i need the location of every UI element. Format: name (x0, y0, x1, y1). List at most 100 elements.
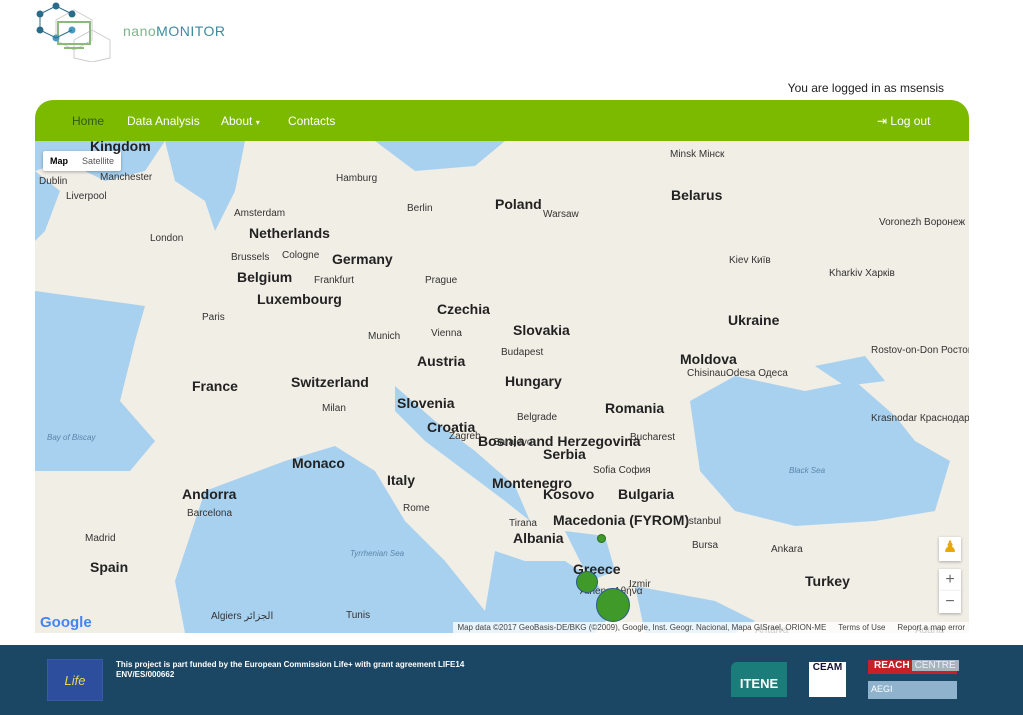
city-label: Barcelona (187, 508, 233, 519)
country-label: Serbia (543, 446, 586, 462)
reach-text: REACH (874, 660, 910, 671)
marker-thessaloniki[interactable] (597, 534, 606, 543)
city-label: Bucharest (630, 432, 676, 443)
life-logo: Life (47, 659, 103, 701)
ceam-logo: CEAM (809, 662, 846, 697)
city-label: Berlin (407, 203, 433, 214)
attribution-text: Map data ©2017 GeoBasis-DE/BKG (©2009), … (457, 623, 827, 632)
nav-about-label: About (221, 114, 253, 128)
country-label: Slovenia (397, 395, 455, 411)
footer: Life This project is part funded by the … (0, 645, 1023, 715)
city-label: Cologne (282, 250, 320, 261)
country-label: Hungary (505, 373, 562, 389)
city-label: Rostov-on-Don Ростов-на-Дону (871, 345, 969, 356)
city-label: Minsk Мінск (670, 149, 725, 160)
city-label: Brussels (231, 252, 270, 263)
nav-data-analysis[interactable]: Data Analysis (127, 114, 200, 128)
country-label: Austria (417, 353, 466, 369)
country-label: Bulgaria (618, 486, 675, 502)
city-label: Sarajevo (493, 437, 533, 448)
country-label: Luxembourg (257, 291, 342, 307)
nav-home[interactable]: Home (72, 114, 104, 128)
city-label: Sofia София (593, 465, 651, 476)
city-label: Milan (322, 403, 346, 414)
zoom-in-button[interactable]: + (939, 569, 961, 591)
sea-label: Black Sea (789, 466, 826, 475)
city-label: Krasnodar Краснодар (871, 413, 969, 424)
country-label: Kosovo (543, 486, 595, 502)
logout-label: Log out (890, 114, 931, 128)
country-label: Monaco (292, 455, 345, 471)
city-label: Zagreb (449, 431, 481, 442)
country-label: Albania (513, 530, 564, 546)
zoom-out-button[interactable]: − (939, 591, 961, 613)
city-label: Bursa (692, 540, 719, 551)
terms-link[interactable]: Terms of Use (838, 623, 885, 632)
city-label: Kharkiv Харків (829, 268, 895, 279)
brand-monitor: MONITOR (156, 23, 226, 39)
pegman-icon[interactable]: ♟ (939, 537, 961, 561)
nav-about[interactable]: About ▾ (221, 114, 260, 128)
city-label: Belgrade (517, 412, 558, 423)
navbar: Home Data Analysis About ▾ Contacts ⇥ Lo… (35, 100, 969, 142)
logged-in-status: You are logged in as msensis (787, 81, 944, 95)
sign-out-icon: ⇥ (877, 114, 888, 128)
city-label: Hamburg (336, 173, 378, 184)
city-label: Ankara (771, 544, 803, 555)
country-label: Italy (387, 472, 416, 488)
country-label: France (192, 378, 238, 394)
map-attribution: Map data ©2017 GeoBasis-DE/BKG (©2009), … (453, 622, 969, 633)
city-label: Paris (202, 312, 225, 323)
city-label: Algiers الجزائر (211, 611, 274, 622)
city-label: Tunis (346, 610, 371, 621)
city-label: Kiev Київ (729, 255, 771, 266)
city-label: Munich (368, 331, 401, 342)
map-water (35, 141, 950, 633)
country-label: Romania (605, 400, 665, 416)
brand-nano: nano (123, 23, 157, 39)
map-type-control: Map Satellite (43, 151, 122, 171)
city-label: Odesa Одеса (726, 368, 788, 379)
nav-contacts[interactable]: Contacts (288, 114, 335, 128)
city-label: Madrid (85, 533, 116, 544)
city-label: Tirana (509, 518, 537, 529)
report-error-link[interactable]: Report a map error (897, 623, 965, 632)
city-label: Prague (425, 275, 458, 286)
country-label: Kingdom (90, 141, 151, 154)
centre-text: CENTRE (911, 660, 959, 671)
brand-name: nanoMONITOR (123, 23, 226, 39)
itene-logo: ITENE (731, 662, 787, 697)
map-type-map[interactable]: Map (43, 151, 75, 171)
caret-down-icon: ▾ (255, 118, 260, 127)
country-label: Moldova (680, 351, 737, 367)
nanomonitor-logo (36, 2, 111, 62)
sea-label: Bay of Biscay (47, 433, 96, 442)
city-label: Manchester (100, 172, 153, 183)
country-label: Belarus (671, 187, 723, 203)
city-label: Frankfurt (314, 275, 355, 286)
city-label: Rome (403, 503, 430, 514)
country-label: Macedonia (FYROM) (553, 512, 690, 528)
city-label: Liverpool (66, 191, 107, 202)
map[interactable]: Map Satellite Poland Germany Ukraine France… (35, 141, 969, 633)
country-label: Switzerland (291, 374, 369, 390)
city-label: Vienna (431, 328, 462, 339)
country-label: Belgium (237, 269, 293, 285)
city-label: Dublin (39, 176, 68, 187)
city-label: Istanbul (686, 516, 722, 527)
marker-athens[interactable] (596, 588, 630, 622)
logout-button[interactable]: ⇥ Log out (877, 114, 930, 128)
map-type-satellite[interactable]: Satellite (75, 151, 121, 171)
city-label: Amsterdam (234, 208, 286, 219)
sea-label: Tyrrhenian Sea (350, 549, 405, 558)
google-logo: Google (40, 614, 92, 631)
city-label: Budapest (501, 347, 544, 358)
city-label: Voronezh Воронеж (879, 217, 966, 228)
country-label: Slovakia (513, 322, 570, 338)
country-label: Poland (495, 196, 542, 212)
country-label: Ukraine (728, 312, 780, 328)
country-label: Spain (90, 559, 129, 575)
country-label: Germany (332, 251, 393, 267)
marker-patras[interactable] (576, 571, 598, 593)
reach-centre-logo: REACH CENTRE (868, 660, 959, 674)
